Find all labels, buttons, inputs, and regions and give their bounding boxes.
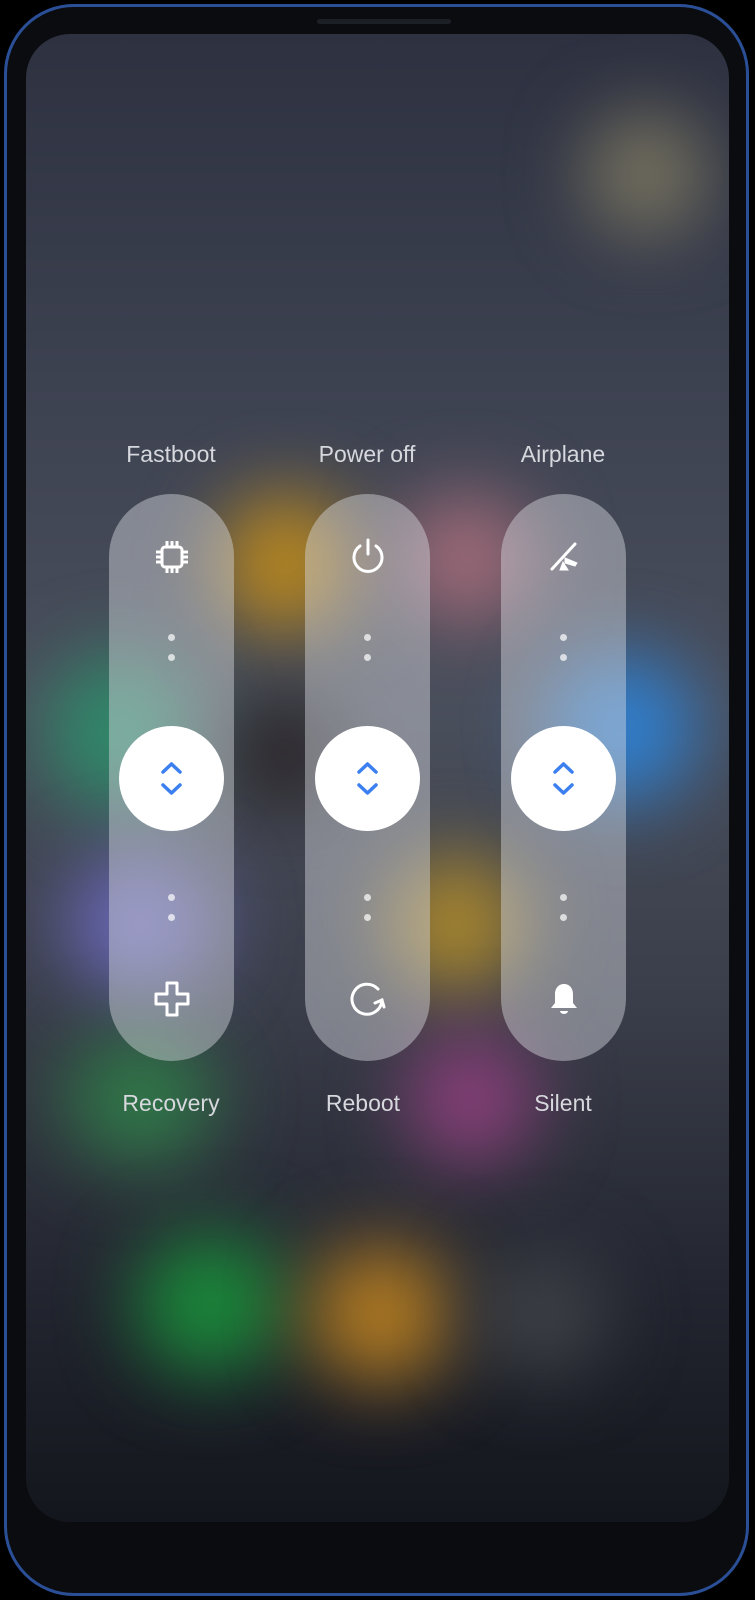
notch xyxy=(317,19,451,24)
fastboot-label: Fastboot xyxy=(126,441,216,467)
indicator-dot xyxy=(364,914,371,921)
slider-knob[interactable] xyxy=(119,726,224,831)
reboot-icon[interactable] xyxy=(347,978,389,1020)
power-reboot-slider[interactable] xyxy=(305,494,430,1061)
power-menu-screen: Fastboot Recovery Power off Reboot Airpl… xyxy=(26,34,729,1522)
indicator-dot xyxy=(560,894,567,901)
indicator-dot xyxy=(168,894,175,901)
chip-icon[interactable] xyxy=(151,536,193,578)
wallpaper-blob xyxy=(476,1254,606,1374)
slider-knob[interactable] xyxy=(511,726,616,831)
airplane-silent-slider[interactable] xyxy=(501,494,626,1061)
indicator-dot xyxy=(364,634,371,641)
reboot-label: Reboot xyxy=(325,1090,401,1116)
wallpaper-blob xyxy=(306,1244,456,1384)
indicator-dot xyxy=(168,914,175,921)
wallpaper-blob xyxy=(586,114,706,234)
plus-icon[interactable] xyxy=(151,978,193,1020)
indicator-dot xyxy=(560,654,567,661)
power-off-label: Power off xyxy=(318,441,416,467)
slider-knob[interactable] xyxy=(315,726,420,831)
silent-label: Silent xyxy=(534,1090,592,1116)
fastboot-recovery-slider[interactable] xyxy=(109,494,234,1061)
up-down-chevron-icon xyxy=(161,762,182,795)
up-down-chevron-icon xyxy=(553,762,574,795)
indicator-dot xyxy=(364,894,371,901)
indicator-dot xyxy=(560,914,567,921)
indicator-dot xyxy=(168,654,175,661)
up-down-chevron-icon xyxy=(357,762,378,795)
indicator-dot xyxy=(364,654,371,661)
indicator-dot xyxy=(168,634,175,641)
wallpaper-blob xyxy=(136,1234,286,1374)
airplane-off-icon[interactable] xyxy=(543,536,585,578)
indicator-dot xyxy=(560,634,567,641)
airplane-label: Airplane xyxy=(520,441,606,467)
bell-icon[interactable] xyxy=(543,978,585,1020)
recovery-label: Recovery xyxy=(122,1090,220,1116)
power-icon[interactable] xyxy=(347,536,389,578)
